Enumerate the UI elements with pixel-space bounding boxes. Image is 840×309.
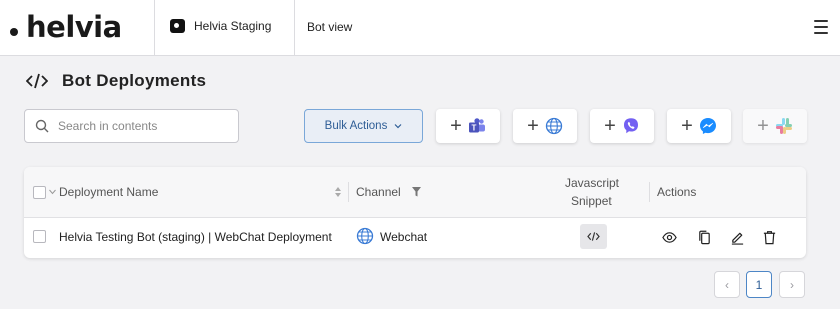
deployments-table: Deployment Name Channel Javascript Snipp… [24, 167, 806, 258]
top-bar: helvia Helvia Staging Bot view [0, 0, 840, 56]
delete-icon[interactable] [762, 230, 777, 245]
copy-icon[interactable] [697, 230, 712, 245]
code-icon [26, 73, 48, 89]
row-checkbox[interactable] [33, 230, 46, 243]
search-input[interactable] [58, 119, 228, 133]
column-separator [649, 182, 650, 202]
pagination-page-button[interactable]: 1 [746, 271, 772, 298]
column-header-channel[interactable]: Channel [356, 185, 401, 199]
table-row[interactable]: Helvia Testing Bot (staging) | WebChat D… [24, 219, 806, 258]
logo-dot [10, 28, 18, 36]
table-header: Deployment Name Channel Javascript Snipp… [24, 167, 806, 218]
add-webchat-deployment-button[interactable]: + [513, 109, 577, 143]
add-slack-deployment-button[interactable]: + [743, 109, 807, 143]
add-viber-deployment-button[interactable]: + [590, 109, 654, 143]
add-teams-deployment-button[interactable]: + T [436, 109, 500, 143]
edit-icon[interactable] [730, 230, 745, 245]
channel-name: Webchat [380, 230, 428, 244]
svg-text:T: T [471, 123, 476, 132]
pagination-prev-button[interactable]: ‹ [714, 271, 740, 298]
select-chevron-down-icon[interactable] [49, 189, 56, 195]
teams-icon: T [468, 118, 485, 133]
webchat-globe-icon [356, 227, 374, 245]
pagination-next-button[interactable]: › [779, 271, 805, 298]
helvia-logo[interactable]: helvia [10, 10, 122, 44]
sort-icon[interactable] [334, 186, 342, 198]
workspace-selector[interactable]: Helvia Staging [170, 19, 271, 33]
view-icon[interactable] [662, 230, 677, 245]
workspace-name: Helvia Staging [194, 19, 272, 33]
viber-icon [623, 118, 638, 134]
search-box[interactable] [24, 109, 239, 143]
hamburger-menu-icon[interactable] [814, 20, 828, 38]
column-header-actions: Actions [657, 185, 697, 199]
messenger-icon [699, 118, 716, 134]
plus-icon: + [450, 115, 462, 137]
column-header-snippet-line2: Snippet [571, 194, 612, 208]
header-divider [154, 0, 155, 56]
filter-icon[interactable] [412, 187, 421, 197]
webchat-globe-icon [545, 117, 562, 135]
javascript-snippet-button[interactable] [580, 224, 607, 249]
deployment-name[interactable]: Helvia Testing Bot (staging) | WebChat D… [59, 230, 332, 244]
workspace-icon [170, 19, 185, 33]
bot-view-link[interactable]: Bot view [307, 20, 352, 34]
slack-icon [775, 118, 792, 134]
select-all-checkbox[interactable] [33, 186, 46, 199]
plus-icon: + [527, 115, 539, 137]
header-divider [294, 0, 295, 56]
code-icon [587, 232, 600, 241]
plus-icon: + [681, 115, 693, 137]
page-header: Bot Deployments [26, 71, 206, 91]
page-title: Bot Deployments [62, 71, 207, 90]
chevron-down-icon [394, 124, 402, 129]
add-messenger-deployment-button[interactable]: + [667, 109, 731, 143]
column-separator [348, 182, 349, 202]
bulk-actions-label: Bulk Actions [324, 120, 388, 132]
bulk-actions-button[interactable]: Bulk Actions [304, 109, 423, 143]
logo-text: helvia [26, 10, 122, 44]
plus-icon: + [604, 115, 616, 137]
plus-icon: + [757, 115, 769, 137]
column-header-snippet-line1: Javascript [565, 176, 620, 190]
column-header-deployment-name[interactable]: Deployment Name [59, 185, 158, 199]
search-icon [35, 119, 49, 133]
